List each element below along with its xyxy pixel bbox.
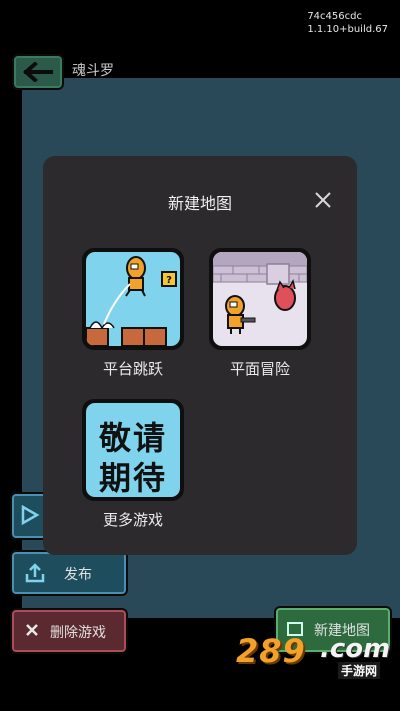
option-label: 平面冒险 xyxy=(229,360,290,378)
option-more-games[interactable]: 敬请 期待 xyxy=(82,399,184,501)
publish-label: 发布 xyxy=(64,567,92,583)
watermark-domain: .com xyxy=(320,634,391,664)
site-watermark-logo: 289 .com 手游网 xyxy=(236,632,396,679)
option-label: 平台跳跃 xyxy=(102,360,163,378)
back-button[interactable] xyxy=(12,54,64,90)
build-version: 1.1.10+build.67 xyxy=(307,24,388,35)
play-icon xyxy=(21,505,40,525)
build-hash: 74c456cdc xyxy=(307,11,362,22)
coming-soon-thumbnail: 敬请 期待 xyxy=(86,403,180,497)
build-info: 74c456cdc 1.1.10+build.67 xyxy=(307,10,388,36)
svg-text:?: ? xyxy=(166,275,172,286)
publish-button[interactable]: 发布 xyxy=(10,550,128,596)
option-top-down-adventure[interactable] xyxy=(209,248,311,350)
back-arrow-icon xyxy=(23,62,53,82)
new-map-dialog: 新建地图 ? 平台跳跃 平面冒险 敬请 期待 更多游戏 xyxy=(43,156,357,555)
option-platform-jump[interactable]: ? xyxy=(82,248,184,350)
dialog-title: 新建地图 xyxy=(167,194,232,213)
platform-jump-thumbnail: ? xyxy=(86,252,180,346)
page-title: 魂斗罗 xyxy=(72,63,114,79)
watermark-subtitle: 手游网 xyxy=(338,662,381,679)
upload-icon xyxy=(25,563,45,583)
delete-label: 删除游戏 xyxy=(50,625,106,641)
close-x-icon xyxy=(26,624,38,636)
top-down-adventure-thumbnail xyxy=(213,252,307,346)
coming-soon-text-2: 期待 xyxy=(98,459,167,497)
close-icon[interactable] xyxy=(313,190,333,210)
option-label: 更多游戏 xyxy=(102,511,163,529)
watermark-number: 289 xyxy=(236,632,306,670)
delete-game-button[interactable]: 删除游戏 xyxy=(10,608,128,654)
